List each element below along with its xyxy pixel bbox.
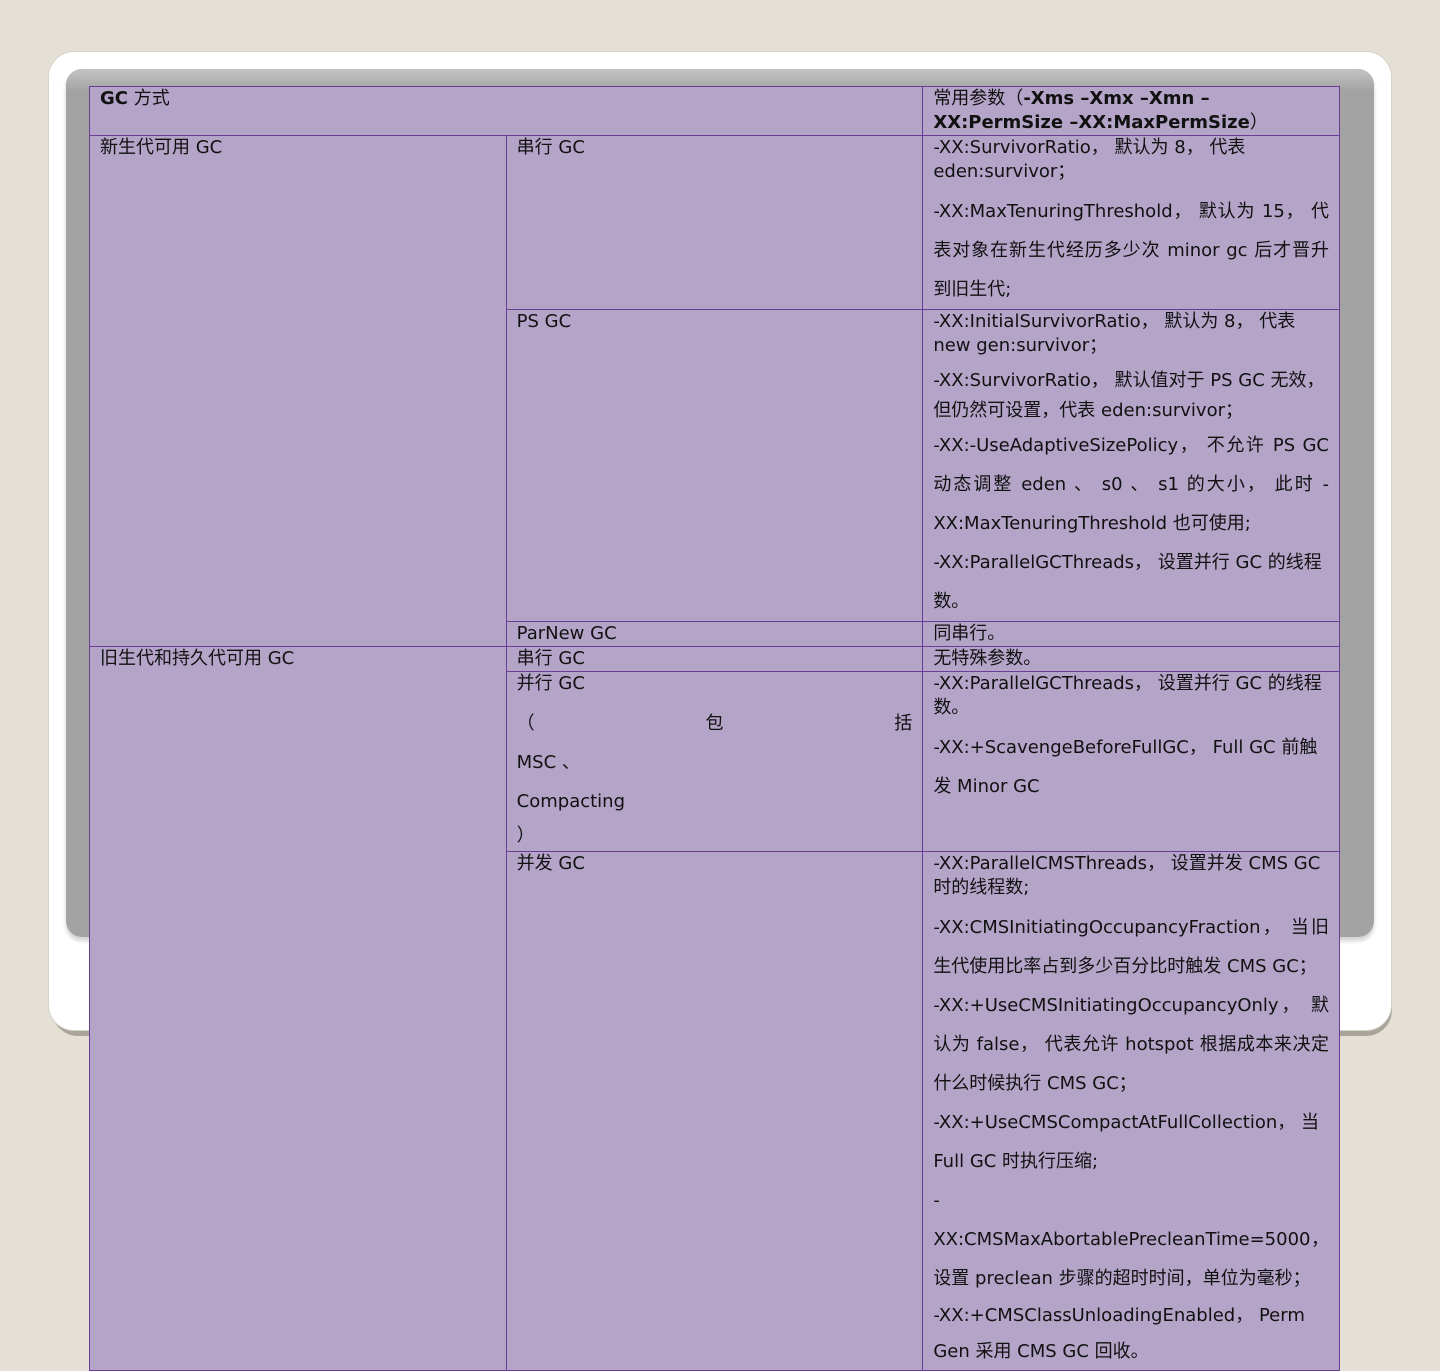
old-parallel-params: -XX:ParallelGCThreads， 设置并行 GC 的线程数。 -XX…: [922, 671, 1340, 852]
param-line: -XX:SurvivorRatio， 默认为 8， 代表 eden:surviv…: [933, 137, 1246, 182]
param-line: -XX:ParallelGCThreads， 设置并行 GC 的线程数。: [933, 673, 1322, 718]
param-line: -XX:+ScavengeBeforeFullGC， Full GC 前触发 M…: [933, 737, 1318, 797]
header-common-params: 常用参数（-Xms –Xmx –Xmn –XX:PermSize –XX:Max…: [922, 86, 1340, 136]
param-line: -XX:+CMSClassUnloadingEnabled， Perm Gen …: [933, 1305, 1305, 1362]
param-line: -XX:ParallelCMSThreads， 设置并发 CMS GC 时的线程…: [933, 853, 1321, 898]
old-concurrent-params: -XX:ParallelCMSThreads， 设置并发 CMS GC 时的线程…: [922, 851, 1340, 1371]
param-line: -XX:+UseCMSInitiatingOccupancyOnly， 默认为 …: [933, 995, 1329, 1094]
header-gc-type: GC 方式: [88, 86, 924, 136]
young-ps-gc: PS GC: [505, 309, 924, 622]
young-gen-label: 新生代可用 GC: [89, 135, 507, 647]
young-serial-gc: 串行 GC: [505, 135, 924, 310]
old-gen-label: 旧生代和持久代可用 GC: [89, 646, 507, 1371]
old-concurrent-gc: 并发 GC: [505, 851, 924, 1371]
table-row: 新生代可用 GC 串行 GC -XX:SurvivorRatio， 默认为 8，…: [89, 135, 1340, 647]
param-line: -XX:+UseCMSCompactAtFullCollection， 当 Fu…: [933, 1112, 1319, 1172]
param-line: -XX:InitialSurvivorRatio， 默认为 8， 代表 new …: [933, 311, 1296, 356]
young-parnew-gc: ParNew GC: [505, 621, 924, 647]
param-line: -XX:CMSInitiatingOccupancyFraction， 当旧生代…: [933, 917, 1329, 977]
table-row: 旧生代和持久代可用 GC 串行 GC 无特殊参数。: [89, 646, 1340, 1371]
header-row: GC 方式 常用参数（-Xms –Xmx –Xmn –XX:PermSize –…: [88, 86, 1340, 136]
young-ps-params: -XX:InitialSurvivorRatio， 默认为 8， 代表 new …: [922, 309, 1340, 622]
param-line: -XX:CMSMaxAbortablePrecleanTime=5000， 设置…: [933, 1190, 1329, 1289]
gc-parameters-table: GC 方式 常用参数（-Xms –Xmx –Xmn –XX:PermSize –…: [88, 86, 1340, 1371]
old-serial-gc: 串行 GC: [505, 646, 924, 672]
young-serial-params: -XX:SurvivorRatio， 默认为 8， 代表 eden:surviv…: [922, 135, 1340, 310]
param-line: -XX:SurvivorRatio， 默认值对于 PS GC 无效，但仍然可设置…: [933, 370, 1325, 421]
old-parallel-gc: 并行 GC （ 包 括 MSC 、 Compacting ）: [505, 671, 924, 852]
param-line: -XX:ParallelGCThreads， 设置并行 GC 的线程数。: [933, 552, 1322, 612]
param-line: -XX:-UseAdaptiveSizePolicy， 不允许 PS GC 动态…: [933, 435, 1329, 534]
param-line: -XX:MaxTenuringThreshold， 默认为 15， 代表对象在新…: [933, 201, 1329, 300]
old-serial-params: 无特殊参数。: [922, 646, 1340, 672]
young-parnew-params: 同串行。: [922, 621, 1340, 647]
